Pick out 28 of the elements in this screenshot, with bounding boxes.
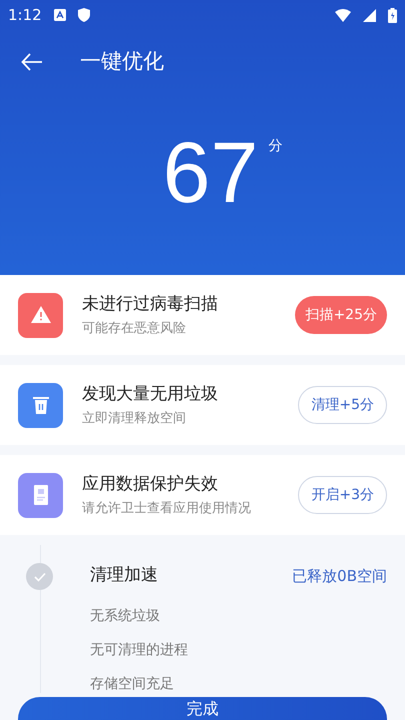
result-item: 无可清理的进程 <box>90 641 188 659</box>
trash-icon <box>18 382 63 428</box>
result-item: 存储空间充足 <box>90 675 174 693</box>
score-unit: 分 <box>268 137 282 156</box>
page-title: 一键优化 <box>80 48 164 76</box>
warning-icon <box>18 292 63 338</box>
done-button[interactable]: 完成 <box>18 697 387 720</box>
freed-space-text: 已释放0B空间 <box>292 566 387 587</box>
issue-subtitle: 可能存在恶意风险 <box>82 320 187 338</box>
issue-subtitle: 请允许卫士查看应用使用情况 <box>82 500 252 518</box>
keyboard-icon <box>54 9 66 21</box>
issue-subtitle: 立即清理释放空间 <box>82 410 187 428</box>
issue-title: 应用数据保护失效 <box>82 472 219 496</box>
shield-icon <box>78 8 90 22</box>
wifi-icon <box>335 8 351 22</box>
action-button[interactable]: 清理+5分 <box>298 386 387 424</box>
action-button[interactable]: 扫描+25分 <box>295 296 387 334</box>
issue-title: 未进行过病毒扫描 <box>82 292 219 316</box>
score-value: 67 <box>162 128 258 218</box>
section-title: 清理加速 <box>90 564 158 588</box>
status-time: 1:12 <box>8 4 42 26</box>
action-button[interactable]: 开启+3分 <box>298 476 387 514</box>
signal-icon <box>363 8 376 22</box>
issue-title: 发现大量无用垃圾 <box>82 382 219 406</box>
battery-icon <box>388 8 397 22</box>
document-icon <box>18 472 63 518</box>
result-item: 无系统垃圾 <box>90 607 160 625</box>
back-icon <box>21 53 43 71</box>
